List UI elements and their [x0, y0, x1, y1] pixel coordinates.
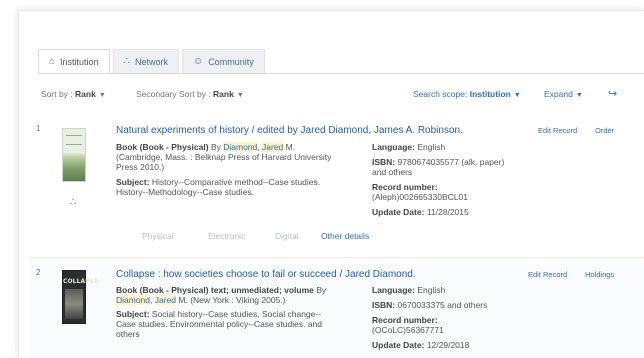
tab-label: Community	[208, 56, 254, 67]
holdings-button[interactable]: Holdings	[585, 270, 614, 279]
author-suffix: M.	[285, 142, 296, 152]
caret-down-icon: ▼	[98, 92, 106, 99]
author-suffix: M. (New York : Viking 2005.)	[178, 295, 286, 305]
language-label: Language:	[372, 142, 415, 152]
tab-community[interactable]: ☺ Community	[181, 49, 265, 73]
other-details-link[interactable]: Other details	[321, 231, 369, 241]
record-number-label: Record number:	[372, 315, 438, 325]
network-icon: ∴	[70, 197, 77, 208]
subject-label: Subject:	[116, 309, 150, 319]
publication-info: (Cambridge, Mass. : Belknap Press of Har…	[116, 152, 332, 172]
title-text: Collapse : how societies choose to fail …	[116, 269, 343, 280]
by-text: By	[316, 285, 327, 295]
cover-text: COLLAPSE	[63, 277, 99, 285]
record-number-label: Record number:	[372, 182, 438, 192]
tab-label: Network	[134, 56, 168, 67]
by-text: By	[210, 142, 221, 152]
isbn-label: ISBN:	[372, 157, 396, 167]
update-date-label: Update Date:	[372, 207, 425, 217]
sort-bar: Sort by : Rank ▼ Secondary Sort by : Rank…	[41, 87, 644, 103]
tab-network[interactable]: ∴ Network	[112, 49, 179, 73]
export-icon[interactable]: ↪	[608, 87, 617, 100]
secondary-sort-label: Secondary Sort by :	[136, 89, 211, 99]
title-author: Jared Diamond	[300, 125, 369, 136]
title-author: James A. Robinson.	[373, 125, 463, 136]
digital-link[interactable]: Digital	[275, 231, 299, 241]
order-button[interactable]: Order	[595, 126, 614, 135]
language-value: English	[417, 285, 446, 295]
sort-by-label: Sort by :	[41, 89, 73, 99]
expand-label: Expand	[544, 89, 573, 99]
material-type: Book (Book - Physical) text; unmediated;…	[116, 285, 314, 295]
record-number-value: (OCoLC)56367771	[372, 325, 444, 335]
author-link[interactable]: Diamond, Jared	[223, 142, 284, 152]
electronic-link[interactable]: Electronic	[208, 231, 245, 241]
record-title-link[interactable]: Collapse : how societies choose to fail …	[116, 269, 416, 280]
author-link[interactable]: Diamond, Jared	[116, 295, 177, 305]
update-date-label: Update Date:	[372, 340, 425, 350]
book-cover-image[interactable]: COLLAPSE	[62, 270, 99, 324]
caret-down-icon: ▼	[575, 92, 583, 99]
home-icon: ⌂	[49, 56, 56, 67]
secondary-sort-dropdown[interactable]: Secondary Sort by : Rank ▼	[136, 89, 244, 99]
record-number: 2	[36, 268, 41, 277]
sort-by-value: Rank	[75, 89, 96, 99]
community-icon: ☺	[192, 56, 204, 67]
caret-down-icon: ▼	[513, 92, 521, 99]
result-record: 1 ∴ Natural experiments of history / edi…	[30, 118, 644, 258]
tab-label: Institution	[60, 56, 99, 67]
sort-by-dropdown[interactable]: Sort by : Rank ▼	[41, 89, 106, 99]
scope-label: Search scope:	[413, 89, 468, 99]
subject-label: Subject:	[116, 177, 150, 187]
secondary-sort-value: Rank	[213, 89, 234, 99]
title-separator: ,	[368, 125, 372, 136]
record-number-value: (Aleph)002665330BCL01	[372, 192, 468, 202]
record-number: 1	[36, 124, 41, 133]
search-tabs: ⌂ Institution ∴ Network ☺ Community	[38, 49, 265, 73]
result-record: 2 COLLAPSE Collapse : how societies choo…	[30, 262, 644, 358]
book-cover-image[interactable]	[62, 128, 86, 182]
edit-record-button[interactable]: Edit Record	[538, 126, 577, 135]
expand-dropdown[interactable]: Expand ▼	[544, 89, 583, 99]
record-meta: Language: English ISBN: 9780674035577 (a…	[372, 142, 510, 222]
caret-down-icon: ▼	[236, 92, 244, 99]
title-separator: .	[412, 269, 416, 280]
search-scope-dropdown[interactable]: Search scope: Institution ▼	[413, 89, 521, 99]
update-date-value: 11/28/2015	[426, 207, 469, 217]
network-icon: ∴	[123, 56, 130, 67]
record-meta: Language: English ISBN: 0670033375 and o…	[372, 285, 510, 355]
scope-value: Institution	[469, 89, 511, 99]
title-text: Natural experiments of history / edited …	[116, 125, 298, 136]
tab-institution[interactable]: ⌂ Institution	[38, 49, 110, 73]
language-value: English	[417, 142, 446, 152]
isbn-label: ISBN:	[372, 300, 396, 310]
update-date-value: 12/29/2018	[426, 340, 470, 350]
record-title-link[interactable]: Natural experiments of history / edited …	[116, 125, 463, 136]
physical-link[interactable]: Physical	[142, 231, 174, 241]
record-details: Book (Book - Physical) By Diamond, Jared…	[116, 142, 338, 197]
language-label: Language:	[372, 285, 415, 295]
record-details: Book (Book - Physical) text; unmediated;…	[116, 285, 338, 339]
material-type: Book (Book - Physical)	[116, 142, 209, 152]
title-author: Jared Diamond	[345, 269, 413, 280]
tabs-divider	[38, 73, 644, 74]
edit-record-button[interactable]: Edit Record	[528, 270, 567, 279]
isbn-value: 0670033375 and others	[397, 300, 488, 310]
